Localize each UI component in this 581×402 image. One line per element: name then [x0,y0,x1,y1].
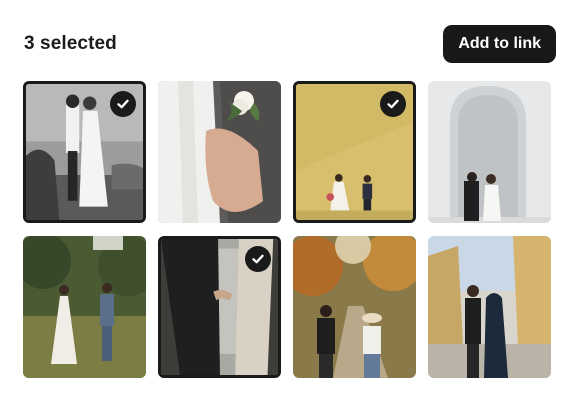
photo-couple-bw-coast[interactable] [23,81,146,223]
checkmark-icon[interactable] [110,91,136,117]
photo-couple-garden-bw-dress[interactable] [23,236,146,378]
photo-image [293,236,416,378]
photo-couple-modern-building[interactable] [428,236,551,378]
checkmark-icon[interactable] [245,246,271,272]
photo-couple-hands-window[interactable] [158,236,281,378]
photo-image [428,81,551,223]
photo-couple-yellow-wall[interactable] [293,81,416,223]
checkmark-icon[interactable] [380,91,406,117]
photo-image [428,236,551,378]
photo-couple-autumn-path[interactable] [293,236,416,378]
photo-image [23,236,146,378]
photo-boutonniere-closeup[interactable] [158,81,281,223]
photo-couple-arched-doorway[interactable] [428,81,551,223]
photo-image [158,81,281,223]
photo-grid [0,0,581,402]
